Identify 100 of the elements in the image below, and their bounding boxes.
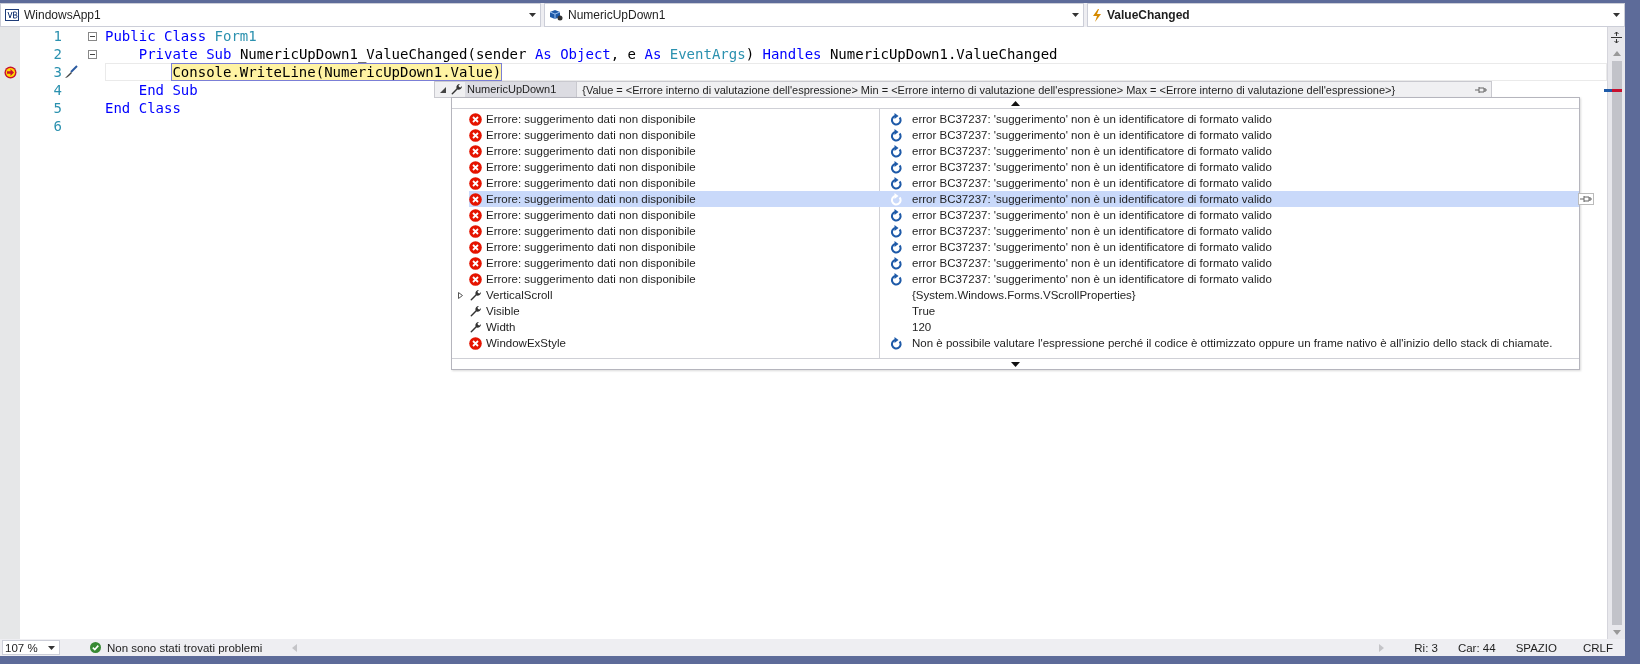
wrench-icon (450, 83, 463, 96)
current-statement-arrow-icon (3, 65, 17, 79)
zoom-dropdown[interactable]: 107 % (2, 640, 60, 655)
issues-status[interactable]: Non sono stati trovati problemi (107, 641, 263, 654)
member-value: error BC37237: 'suggerimento' non è un identificatore di formato valido (912, 145, 1272, 157)
caret-icon (529, 13, 536, 17)
navigation-dropdown[interactable]: NumericUpDown1 (544, 3, 1084, 27)
code-line: Private Sub NumericUpDown1_ValueChanged(sender As Object, e As EventArgs) Handles NumericUpDown1.ValueChanged (137, 45, 1058, 63)
member-value: {System.Windows.Forms.VScrollProperties} (912, 289, 1136, 301)
member-value: error BC37237: 'suggerimento' non è un identificatore di formato valido (912, 241, 1272, 253)
member-value: error BC37237: 'suggerimento' non è un identificatore di formato valido (912, 129, 1272, 141)
member-name: Errore: suggerimento dati non disponibile (486, 225, 696, 237)
member-value: error BC37237: 'suggerimento' non è un identificatore di formato valido (912, 209, 1272, 221)
scroll-up-icon[interactable] (1011, 100, 1020, 106)
member-value: Non è possibile valutare l'espressione perché il codice è ottimizzato oppure un frame nativo è all'inizio dello stack di chiamate. (912, 337, 1553, 349)
collapse-icon[interactable] (88, 49, 97, 59)
member-name: Visible (486, 305, 520, 317)
refresh-icon[interactable] (890, 256, 902, 270)
member-name: Errore: suggerimento dati non disponibile (486, 145, 696, 157)
vb-project-icon (5, 9, 19, 21)
member-row[interactable]: Errore: suggerimento dati non disponibile error BC37237: 'suggerimento' non è un identificatore di formato valido (452, 111, 1579, 127)
member-value: error BC37237: 'suggerimento' non è un identificatore di formato valido (912, 273, 1272, 285)
member-row[interactable]: Visible True (452, 303, 1579, 319)
line-number: 2 (52, 46, 62, 62)
member-name: Errore: suggerimento dati non disponibile (486, 273, 696, 285)
code-line: End Class (105, 99, 181, 117)
code-editor[interactable] (0, 27, 1607, 639)
error-icon (469, 128, 482, 142)
member-name: Errore: suggerimento dati non disponibile (486, 193, 696, 205)
expanded-triangle-icon[interactable] (440, 86, 446, 93)
wrench-icon (469, 304, 482, 318)
line-number: 4 (52, 82, 62, 98)
code-line: End Sub (137, 81, 198, 99)
line-number: 6 (52, 118, 62, 134)
member-row[interactable]: Errore: suggerimento dati non disponibile error BC37237: 'suggerimento' non è un identificatore di formato valido (452, 239, 1579, 255)
member-name: Errore: suggerimento dati non disponibile (486, 257, 696, 269)
member-value: error BC37237: 'suggerimento' non è un identificatore di formato valido (912, 113, 1272, 125)
member-row[interactable]: Errore: suggerimento dati non disponibile error BC37237: 'suggerimento' non è un identificatore di formato valido (452, 255, 1579, 271)
collapse-icon[interactable] (88, 31, 97, 41)
member-row[interactable]: Width 120 (452, 319, 1579, 335)
line-number: 5 (52, 100, 62, 116)
component-icon (549, 9, 563, 21)
expand-triangle-icon[interactable] (458, 291, 463, 299)
refresh-icon[interactable] (890, 272, 902, 286)
refresh-icon[interactable] (890, 336, 902, 350)
member-value: error BC37237: 'suggerimento' non è un identificatore di formato valido (912, 225, 1272, 237)
line-indicator[interactable]: Ri: 3 (1414, 641, 1438, 654)
member-value: 120 (912, 321, 932, 333)
error-icon (469, 144, 482, 158)
wrench-icon (469, 320, 482, 334)
member-row[interactable]: WindowExStyle Non è possibile valutare l'espressione perché il codice è ottimizzato oppure un frame nativo è all'inizio dello stack di chiamate. (452, 335, 1579, 351)
member-value: error BC37237: 'suggerimento' non è un identificatore di formato valido (912, 193, 1272, 205)
member-value: error BC37237: 'suggerimento' non è un identificatore di formato valido (912, 161, 1272, 173)
whitespace-indicator[interactable]: SPAZIO (1515, 641, 1557, 654)
member-row[interactable]: Errore: suggerimento dati non disponibile error BC37237: 'suggerimento' non è un identificatore di formato valido (452, 223, 1579, 239)
variable-value: {Value = <Errore interno di valutazione dell'espressione> Min = <Errore interno di valutazione dell'espressione> Max = <Errore interno di valutazione dell'espressione>} (581, 83, 1397, 96)
refresh-icon[interactable] (890, 208, 902, 222)
refresh-icon[interactable] (890, 144, 902, 158)
scroll-down-icon[interactable] (1011, 361, 1020, 367)
member-name: VerticalScroll (486, 289, 553, 301)
caret-icon (48, 645, 55, 650)
member-row[interactable]: Errore: suggerimento dati non disponibile error BC37237: 'suggerimento' non è un identificatore di formato valido (452, 159, 1579, 175)
refresh-icon[interactable] (890, 160, 902, 174)
member-value: error BC37237: 'suggerimento' non è un identificatore di formato valido (912, 257, 1272, 269)
member-name: Errore: suggerimento dati non disponibile (486, 241, 696, 253)
member-value: error BC37237: 'suggerimento' non è un identificatore di formato valido (912, 177, 1272, 189)
member-name: Errore: suggerimento dati non disponibile (486, 129, 696, 141)
caret-icon (1072, 13, 1079, 17)
error-icon (469, 224, 482, 238)
member-row[interactable]: Errore: suggerimento dati non disponibile error BC37237: 'suggerimento' non è un identificatore di formato valido (452, 207, 1579, 223)
member-name: WindowExStyle (486, 337, 566, 349)
code-line: Public Class Form1 (105, 27, 257, 45)
refresh-icon[interactable] (890, 112, 902, 126)
error-icon (469, 256, 482, 270)
line-number: 1 (52, 28, 62, 44)
pin-icon[interactable] (1578, 193, 1594, 205)
line-ending-indicator[interactable]: CRLF (1582, 641, 1613, 654)
split-window-icon[interactable] (1611, 32, 1622, 43)
vertical-scrollbar[interactable] (1607, 27, 1625, 639)
member-row[interactable]: Errore: suggerimento dati non disponibile error BC37237: 'suggerimento' non è un identificatore di formato valido (452, 143, 1579, 159)
error-icon (469, 240, 482, 254)
column-indicator[interactable]: Car: 44 (1457, 641, 1496, 654)
member-name: Errore: suggerimento dati non disponibile (486, 113, 696, 125)
member-name: Errore: suggerimento dati non disponibile (486, 209, 696, 221)
wrench-icon (469, 288, 482, 302)
navigation-dropdown[interactable]: ValueChanged (1087, 3, 1625, 27)
navigation-dropdown[interactable]: WindowsApp1 (0, 3, 541, 27)
member-row[interactable]: Errore: suggerimento dati non disponibile error BC37237: 'suggerimento' non è un identificatore di formato valido (452, 175, 1579, 191)
pin-icon[interactable] (1475, 85, 1487, 94)
brush-icon[interactable] (64, 65, 78, 79)
refresh-icon[interactable] (890, 240, 902, 254)
error-icon (469, 176, 482, 190)
member-row[interactable]: Errore: suggerimento dati non disponibile error BC37237: 'suggerimento' non è un identificatore di formato valido (452, 127, 1579, 143)
refresh-icon[interactable] (890, 176, 902, 190)
member-row[interactable]: Errore: suggerimento dati non disponibile error BC37237: 'suggerimento' non è un identificatore di formato valido (452, 271, 1579, 287)
member-row[interactable]: VerticalScroll {System.Windows.Forms.VScrollProperties} (452, 287, 1579, 303)
caret-icon (1613, 13, 1620, 17)
refresh-icon[interactable] (890, 224, 902, 238)
scrollbar-thumb[interactable] (1611, 61, 1622, 625)
refresh-icon[interactable] (890, 128, 902, 142)
